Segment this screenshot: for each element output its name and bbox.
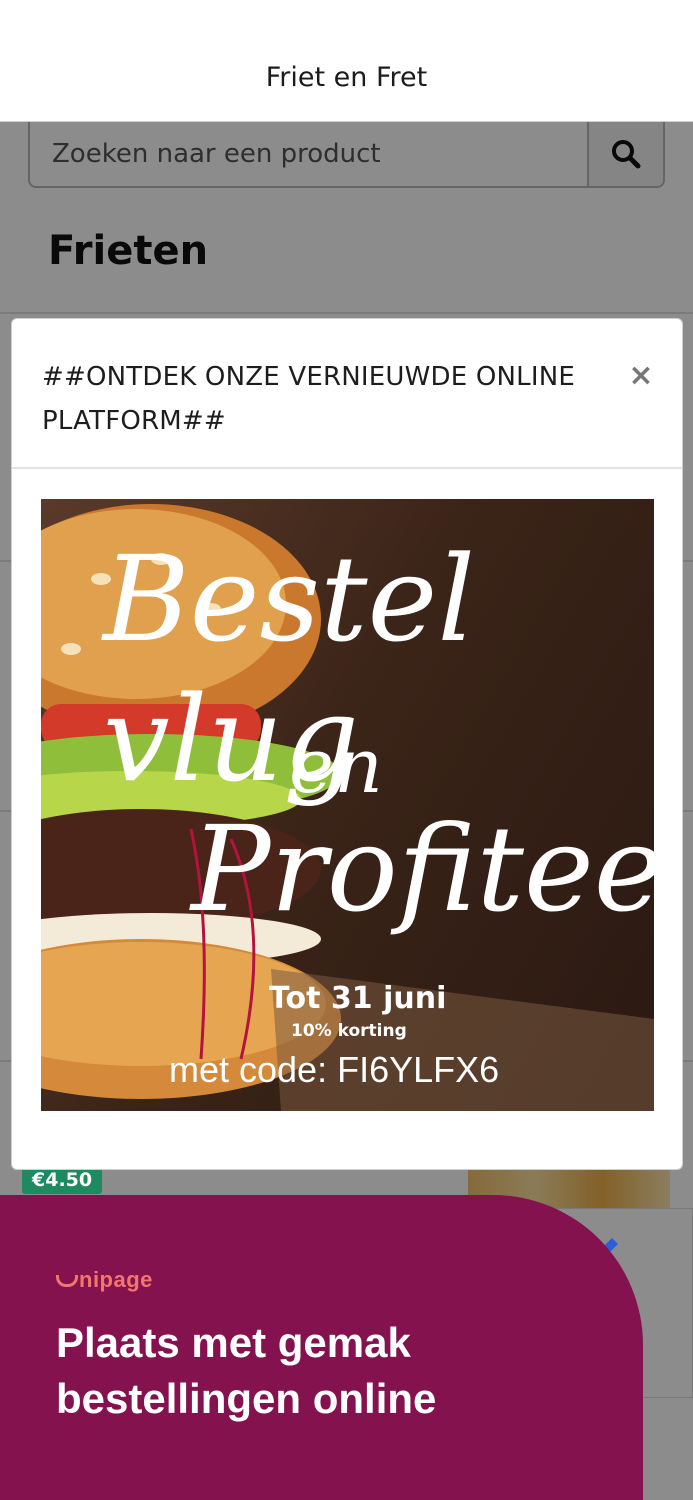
promo-modal: ##ONTDEK ONZE VERNIEUWDE ONLINE PLATFORM…	[11, 318, 683, 1170]
unipage-logo-mark	[56, 1275, 78, 1288]
promo-image: Bestel vlug en Profiteer Tot 31 juni 10%…	[41, 499, 654, 1111]
close-icon[interactable]: ×	[626, 361, 656, 391]
promo-until: Tot 31 juni	[269, 981, 447, 1016]
price-badge: €4.50	[22, 1166, 103, 1194]
unipage-logo-text: nipage	[79, 1267, 153, 1292]
page-title: Friet en Fret	[265, 62, 428, 93]
modal-divider	[12, 467, 682, 469]
unipage-banner[interactable]: nipage Plaats met gemak bestellingen onl…	[0, 1195, 643, 1500]
promo-line-2: en	[289, 721, 383, 810]
modal-title: ##ONTDEK ONZE VERNIEUWDE ONLINE PLATFORM…	[42, 362, 575, 436]
promo-discount: 10% korting	[291, 1021, 407, 1041]
unipage-logo: nipage	[56, 1267, 153, 1293]
promo-code: met code: FI6YLFX6	[169, 1049, 500, 1090]
banner-headline: Plaats met gemak bestellingen online	[56, 1319, 437, 1422]
promo-line-3: Profiteer	[191, 800, 654, 938]
app-header: Friet en Fret	[0, 0, 693, 122]
